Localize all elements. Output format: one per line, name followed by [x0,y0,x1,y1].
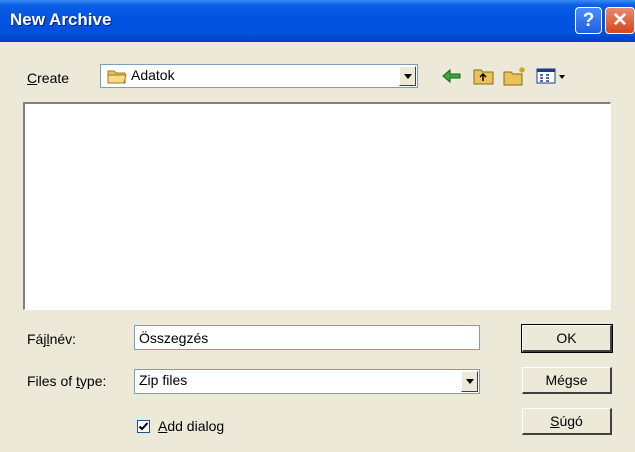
filename-field[interactable] [134,325,480,350]
folder-icon [107,70,127,84]
help-button[interactable]: Súgó [522,408,612,435]
window-title: New Archive [10,10,112,29]
add-dialog-checkbox[interactable] [137,420,150,433]
location-combo[interactable]: Adatok [100,64,418,88]
filetype-dropdown-button[interactable] [461,371,478,392]
filename-label: Fájlnév: [27,331,77,347]
cancel-button[interactable]: Mégse [522,367,612,394]
help-icon[interactable]: ? [575,7,602,34]
location-dropdown-button[interactable] [399,66,416,86]
filetype-label: Files of type: [27,373,107,389]
back-arrow-icon[interactable] [440,66,464,86]
up-folder-icon[interactable] [472,66,496,86]
add-dialog-label[interactable]: Add dialog [158,418,224,434]
location-label: Create [27,70,70,86]
filetype-value: Zip files [139,372,188,388]
new-folder-icon[interactable] [503,66,527,86]
views-menu-icon[interactable] [535,66,569,86]
filetype-select[interactable]: Zip files [134,369,480,394]
new-archive-dialog: New Archive ? ✕ Create Adatok Fájlnév: F [0,0,635,452]
location-value: Adatok [131,67,175,83]
checkmark-icon [138,422,149,431]
ok-button[interactable]: OK [521,324,613,353]
title-bar[interactable]: New Archive ? ✕ [0,0,635,42]
file-list[interactable] [23,102,611,310]
filename-input[interactable] [135,326,479,349]
close-icon[interactable]: ✕ [605,7,635,34]
